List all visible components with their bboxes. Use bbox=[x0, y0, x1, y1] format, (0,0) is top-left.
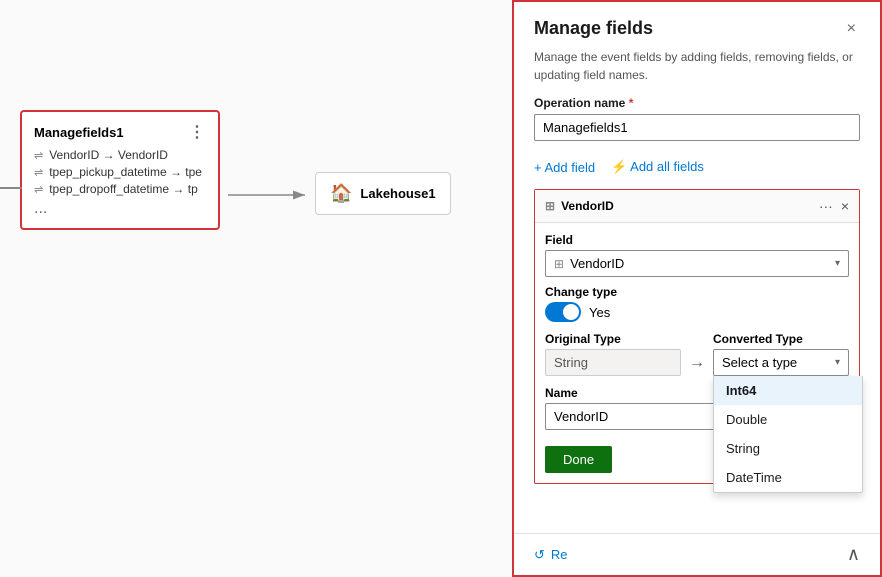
panel-footer: ↺ Re ∧ bbox=[514, 533, 880, 575]
type-arrow: → bbox=[689, 336, 705, 372]
panel-scroll-up[interactable]: ∧ bbox=[847, 544, 860, 565]
dropdown-item-double[interactable]: Double bbox=[714, 405, 862, 434]
left-connector bbox=[0, 187, 22, 189]
field-card-title: ⊞ VendorID bbox=[545, 199, 614, 213]
node-row-text-3: tpep_dropoff_datetime → tp bbox=[49, 182, 198, 196]
panel-header: Manage fields × bbox=[514, 2, 880, 48]
node-ellipsis: ... bbox=[34, 200, 206, 218]
managefields-node[interactable]: Managefields1 ⋮ ⇌ VendorID → VendorID ⇌ … bbox=[20, 110, 220, 230]
operation-name-input[interactable] bbox=[534, 114, 860, 141]
canvas-area: Managefields1 ⋮ ⇌ VendorID → VendorID ⇌ … bbox=[0, 0, 512, 577]
panel-title: Manage fields bbox=[534, 18, 653, 39]
side-panel: Manage fields × Manage the event fields … bbox=[512, 0, 882, 577]
node-row-text-1: VendorID → VendorID bbox=[49, 148, 168, 162]
node-row-text-2: tpep_pickup_datetime → tpe bbox=[49, 165, 202, 179]
row-icon-2: ⇌ bbox=[34, 166, 43, 179]
card-more-button[interactable]: ··· bbox=[819, 198, 833, 214]
converted-type-col: Converted Type Select a type ▾ Int64 Dou… bbox=[713, 332, 849, 376]
node-title-row: Managefields1 ⋮ bbox=[34, 122, 206, 142]
change-type-label: Change type bbox=[545, 285, 849, 299]
operation-name-row: Operation name * bbox=[534, 96, 860, 151]
connector-arrow bbox=[0, 0, 512, 577]
field-label-text: Field bbox=[545, 233, 849, 247]
change-type-toggle[interactable] bbox=[545, 302, 581, 322]
change-type-row: Change type Yes bbox=[545, 285, 849, 322]
panel-body: Operation name * + Add field ⚡ Add all f… bbox=[514, 96, 880, 533]
add-field-button[interactable]: + Add field bbox=[534, 160, 595, 175]
node-row-1: ⇌ VendorID → VendorID bbox=[34, 148, 206, 162]
type-row: Original Type String → Converted Type Se… bbox=[545, 332, 849, 376]
field-select-value: VendorID bbox=[570, 256, 624, 271]
field-icon: ⊞ bbox=[545, 199, 555, 213]
reset-label: Re bbox=[551, 547, 568, 562]
field-select-row: Field ⊞ VendorID ▾ bbox=[545, 233, 849, 277]
toggle-track[interactable] bbox=[545, 302, 581, 322]
field-card-actions: ··· × bbox=[819, 198, 849, 214]
lakehouse-icon: 🏠 bbox=[330, 183, 352, 204]
lakehouse-title: Lakehouse1 bbox=[360, 186, 435, 201]
type-dropdown-list: Int64 Double String DateTime bbox=[713, 376, 863, 493]
node-row-2: ⇌ tpep_pickup_datetime → tpe bbox=[34, 165, 206, 179]
toggle-thumb bbox=[563, 304, 579, 320]
vendor-id-card: ⊞ VendorID ··· × Field ⊞ VendorID bbox=[534, 189, 860, 484]
done-button[interactable]: Done bbox=[545, 446, 612, 473]
reset-icon: ↺ bbox=[534, 547, 545, 563]
toggle-row: Yes bbox=[545, 302, 849, 322]
field-card-header: ⊞ VendorID ··· × bbox=[535, 190, 859, 223]
node-row-3: ⇌ tpep_dropoff_datetime → tp bbox=[34, 182, 206, 196]
required-star: * bbox=[629, 96, 634, 110]
field-select[interactable]: ⊞ VendorID ▾ bbox=[545, 250, 849, 277]
card-close-button[interactable]: × bbox=[841, 198, 849, 214]
operation-name-label: Operation name * bbox=[534, 96, 860, 110]
dropdown-item-string[interactable]: String bbox=[714, 434, 862, 463]
add-all-fields-button[interactable]: ⚡ Add all fields bbox=[611, 159, 704, 175]
converted-type-placeholder: Select a type bbox=[722, 355, 797, 370]
field-select-icon: ⊞ bbox=[554, 257, 564, 271]
node-title-text: Managefields1 bbox=[34, 125, 124, 140]
toggle-yes-label: Yes bbox=[589, 305, 610, 320]
panel-close-button[interactable]: × bbox=[843, 18, 860, 40]
converted-type-select[interactable]: Select a type ▾ bbox=[713, 349, 849, 376]
reset-button[interactable]: ↺ Re bbox=[534, 547, 568, 563]
converted-type-chevron: ▾ bbox=[835, 357, 840, 368]
field-card-body: Field ⊞ VendorID ▾ Change type bbox=[535, 223, 859, 483]
converted-type-label: Converted Type bbox=[713, 332, 849, 346]
row-icon-1: ⇌ bbox=[34, 149, 43, 162]
original-type-label: Original Type bbox=[545, 332, 681, 346]
dropdown-item-datetime[interactable]: DateTime bbox=[714, 463, 862, 492]
node-menu-icon[interactable]: ⋮ bbox=[189, 122, 206, 142]
original-type-col: Original Type String bbox=[545, 332, 681, 376]
lakehouse-node[interactable]: 🏠 Lakehouse1 bbox=[315, 172, 451, 215]
row-icon-3: ⇌ bbox=[34, 183, 43, 196]
panel-description: Manage the event fields by adding fields… bbox=[514, 48, 880, 96]
field-card-title-text: VendorID bbox=[561, 199, 614, 213]
field-select-chevron: ▾ bbox=[835, 258, 840, 269]
original-type-value: String bbox=[545, 349, 681, 376]
dropdown-item-int64[interactable]: Int64 bbox=[714, 376, 862, 405]
action-buttons: + Add field ⚡ Add all fields bbox=[534, 159, 860, 175]
